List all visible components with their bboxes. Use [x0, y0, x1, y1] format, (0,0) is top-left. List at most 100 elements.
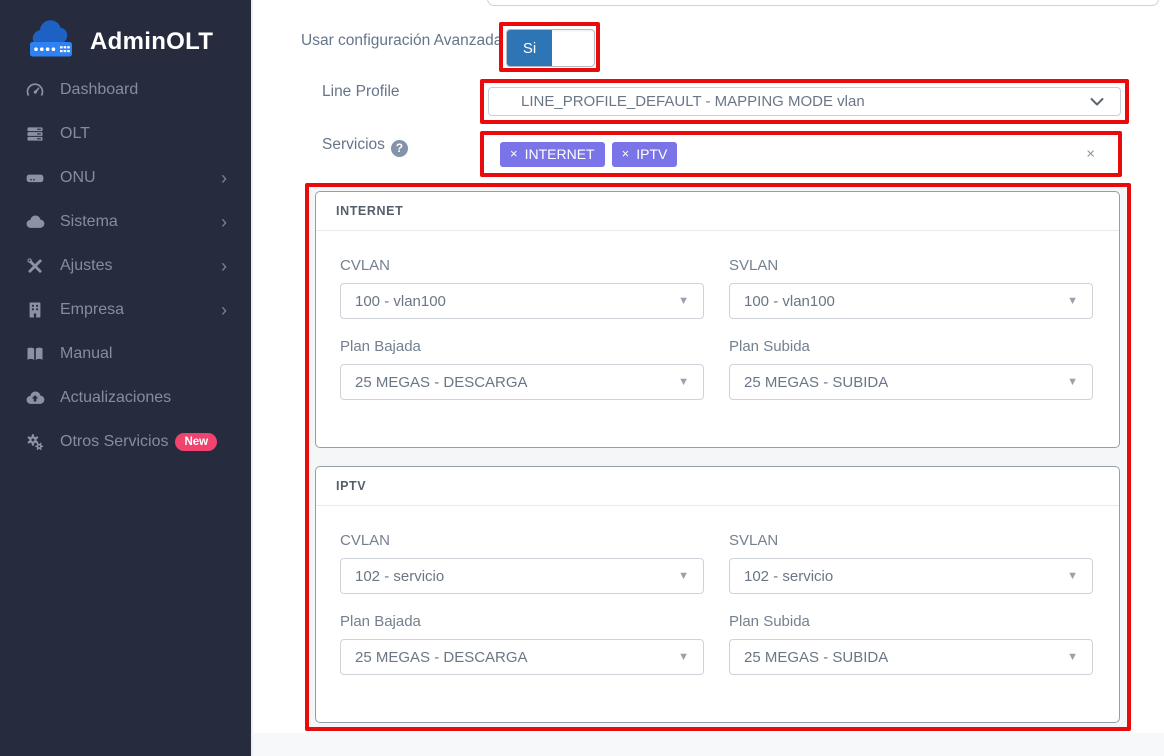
- chevron-down-icon: [1090, 93, 1104, 110]
- top-input-partial[interactable]: [487, 0, 1159, 6]
- field-svlan: SVLAN 102 - servicio ▼: [729, 532, 1093, 594]
- cloud-icon: [24, 211, 46, 233]
- advanced-config-label: Usar configuración Avanzada: [301, 32, 502, 50]
- sidebar-item-empresa[interactable]: Empresa ›: [0, 288, 251, 332]
- svlan-select[interactable]: 100 - vlan100 ▼: [729, 283, 1093, 319]
- sidebar-item-label: Ajustes: [60, 257, 221, 275]
- gears-icon: [24, 431, 46, 453]
- line-profile-select[interactable]: LINE_PROFILE_DEFAULT - MAPPING MODE vlan: [488, 87, 1121, 116]
- gauge-icon: [24, 79, 46, 101]
- tools-icon: [24, 255, 46, 277]
- caret-down-icon: ▼: [1067, 376, 1078, 388]
- field-cvlan: CVLAN 100 - vlan100 ▼: [340, 257, 704, 319]
- sidebar-item-label: Sistema: [60, 213, 221, 231]
- sidebar-item-label: OLT: [60, 125, 227, 143]
- app-window: AdminOLT Dashboard OLT ONU ›: [0, 0, 1164, 756]
- cvlan-select[interactable]: 102 - servicio ▼: [340, 558, 704, 594]
- sidebar: AdminOLT Dashboard OLT ONU ›: [0, 0, 251, 756]
- building-icon: [24, 299, 46, 321]
- logo-cloud-router-icon: [26, 20, 80, 65]
- new-badge: New: [175, 433, 217, 451]
- caret-down-icon: ▼: [1067, 570, 1078, 582]
- field-label: Plan Bajada: [340, 338, 704, 355]
- select-value: 25 MEGAS - SUBIDA: [744, 649, 888, 666]
- help-icon[interactable]: ?: [391, 140, 408, 157]
- caret-down-icon: ▼: [678, 376, 689, 388]
- select-value: 100 - vlan100: [744, 293, 835, 310]
- chevron-right-icon: ›: [221, 301, 227, 319]
- sidebar-item-onu[interactable]: ONU ›: [0, 156, 251, 200]
- field-plan-bajada: Plan Bajada 25 MEGAS - DESCARGA ▼: [340, 338, 704, 400]
- sidebar-item-label: Otros Servicios: [60, 433, 168, 451]
- plan-subida-select[interactable]: 25 MEGAS - SUBIDA ▼: [729, 364, 1093, 400]
- remove-tag-icon[interactable]: ×: [510, 146, 518, 161]
- internet-panel: INTERNET CVLAN 100 - vlan100 ▼ SVLAN 100…: [315, 191, 1120, 448]
- sidebar-item-sistema[interactable]: Sistema ›: [0, 200, 251, 244]
- annotation-box-panels: INTERNET CVLAN 100 - vlan100 ▼ SVLAN 100…: [305, 183, 1131, 731]
- plan-bajada-select[interactable]: 25 MEGAS - DESCARGA ▼: [340, 639, 704, 675]
- sidebar-item-otros-servicios[interactable]: Otros Servicios New: [0, 420, 251, 464]
- field-label: SVLAN: [729, 532, 1093, 549]
- field-label: CVLAN: [340, 257, 704, 274]
- cloud-upload-icon: [24, 387, 46, 409]
- chevron-right-icon: ›: [221, 213, 227, 231]
- sidebar-item-label: Manual: [60, 345, 227, 363]
- panel-body: CVLAN 100 - vlan100 ▼ SVLAN 100 - vlan10…: [316, 231, 1119, 400]
- sidebar-item-manual[interactable]: Manual: [0, 332, 251, 376]
- main-content: Usar configuración Avanzada Si Line Prof…: [251, 0, 1164, 756]
- panel-header: INTERNET: [316, 192, 1119, 231]
- annotation-box-line-profile: LINE_PROFILE_DEFAULT - MAPPING MODE vlan: [480, 79, 1129, 124]
- plan-subida-select[interactable]: 25 MEGAS - SUBIDA ▼: [729, 639, 1093, 675]
- panel-title: INTERNET: [336, 204, 403, 218]
- server-stack-icon: [24, 123, 46, 145]
- sidebar-item-label: Actualizaciones: [60, 389, 227, 407]
- toggle-on-label[interactable]: Si: [507, 30, 552, 66]
- field-label: CVLAN: [340, 532, 704, 549]
- field-plan-subida: Plan Subida 25 MEGAS - SUBIDA ▼: [729, 338, 1093, 400]
- app-title: AdminOLT: [90, 28, 213, 56]
- sidebar-menu: Dashboard OLT ONU › Sistema: [0, 68, 251, 464]
- tag-iptv: × IPTV: [612, 142, 678, 167]
- tag-label: INTERNET: [525, 146, 595, 162]
- annotation-box-servicios: × INTERNET × IPTV ×: [480, 131, 1122, 177]
- field-plan-bajada: Plan Bajada 25 MEGAS - DESCARGA ▼: [340, 613, 704, 675]
- svlan-select[interactable]: 102 - servicio ▼: [729, 558, 1093, 594]
- sidebar-item-label: Empresa: [60, 301, 221, 319]
- field-label: Plan Subida: [729, 338, 1093, 355]
- annotation-box-toggle: Si: [499, 22, 600, 72]
- cvlan-select[interactable]: 100 - vlan100 ▼: [340, 283, 704, 319]
- remove-tag-icon[interactable]: ×: [622, 146, 630, 161]
- field-svlan: SVLAN 100 - vlan100 ▼: [729, 257, 1093, 319]
- field-cvlan: CVLAN 102 - servicio ▼: [340, 532, 704, 594]
- servicios-label: Servicios?: [322, 136, 408, 157]
- sidebar-item-label: Dashboard: [60, 81, 227, 99]
- app-logo[interactable]: AdminOLT: [0, 0, 251, 78]
- field-label: Plan Subida: [729, 613, 1093, 630]
- caret-down-icon: ▼: [678, 651, 689, 663]
- sidebar-item-dashboard[interactable]: Dashboard: [0, 68, 251, 112]
- select-value: 102 - servicio: [355, 568, 444, 585]
- select-value: 100 - vlan100: [355, 293, 446, 310]
- field-label: SVLAN: [729, 257, 1093, 274]
- line-profile-label: Line Profile: [322, 83, 400, 101]
- panel-header: IPTV: [316, 467, 1119, 506]
- field-label: Plan Bajada: [340, 613, 704, 630]
- caret-down-icon: ▼: [1067, 651, 1078, 663]
- servicios-multiselect[interactable]: × INTERNET × IPTV ×: [485, 136, 1117, 172]
- panel-body: CVLAN 102 - servicio ▼ SVLAN 102 - servi…: [316, 506, 1119, 675]
- sidebar-item-olt[interactable]: OLT: [0, 112, 251, 156]
- tag-internet: × INTERNET: [500, 142, 605, 167]
- iptv-panel: IPTV CVLAN 102 - servicio ▼ SVLAN 102 - …: [315, 466, 1120, 723]
- router-icon: [24, 167, 46, 189]
- advanced-config-toggle[interactable]: Si: [506, 29, 595, 67]
- line-profile-value: LINE_PROFILE_DEFAULT - MAPPING MODE vlan: [521, 93, 865, 110]
- select-value: 25 MEGAS - DESCARGA: [355, 649, 528, 666]
- select-value: 25 MEGAS - DESCARGA: [355, 374, 528, 391]
- caret-down-icon: ▼: [678, 295, 689, 307]
- sidebar-item-ajustes[interactable]: Ajustes ›: [0, 244, 251, 288]
- servicios-label-text: Servicios: [322, 136, 385, 153]
- plan-bajada-select[interactable]: 25 MEGAS - DESCARGA ▼: [340, 364, 704, 400]
- clear-all-icon[interactable]: ×: [1086, 146, 1095, 163]
- sidebar-item-actualizaciones[interactable]: Actualizaciones: [0, 376, 251, 420]
- caret-down-icon: ▼: [1067, 295, 1078, 307]
